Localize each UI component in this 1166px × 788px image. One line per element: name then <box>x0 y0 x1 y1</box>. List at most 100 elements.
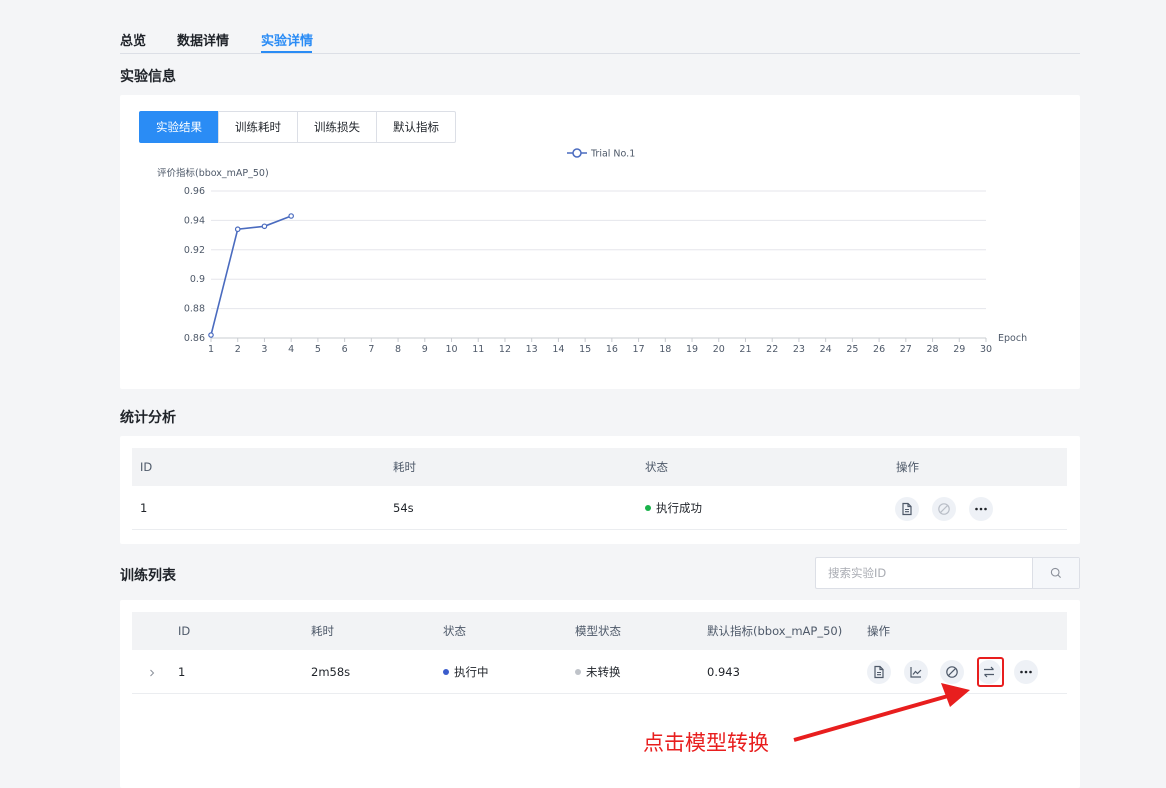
x-tick-label: 27 <box>900 344 912 355</box>
ban-icon <box>946 666 958 678</box>
y-tick-label: 0.86 <box>184 333 205 344</box>
col-default-metric: 默认指标(bbox_mAP_50) <box>707 624 843 638</box>
view-chart-button[interactable] <box>904 660 928 684</box>
tab-experiment-details[interactable]: 实验详情 <box>261 30 313 49</box>
stop-button[interactable] <box>940 660 964 684</box>
x-tick-label: 25 <box>846 344 858 355</box>
x-tick-label: 24 <box>820 344 832 355</box>
view-log-button[interactable] <box>895 497 919 521</box>
chevron-right-icon <box>150 669 155 676</box>
stats-title: 统计分析 <box>120 410 176 426</box>
x-tick-label: 3 <box>261 344 267 355</box>
x-tick-label: 17 <box>633 344 645 355</box>
y-tick-label: 0.92 <box>184 245 205 256</box>
status-badge: 执行成功 <box>645 486 702 530</box>
document-icon <box>874 665 884 679</box>
x-tick-label: 15 <box>579 344 591 355</box>
legend-label: Trial No.1 <box>590 149 635 160</box>
x-tick-label: 20 <box>713 344 725 355</box>
status-dot <box>645 504 651 511</box>
col-actions: 操作 <box>896 460 919 474</box>
x-tick-label: 19 <box>686 344 698 355</box>
training-list-card: ID 耗时 状态 模型状态 默认指标(bbox_mAP_50) 操作 1 2m5… <box>120 600 1080 788</box>
tab-data-details[interactable]: 数据详情 <box>177 30 229 49</box>
model-status-dot <box>575 668 581 675</box>
more-button[interactable] <box>969 497 993 521</box>
x-axis-label: Epoch <box>998 333 1027 344</box>
x-tick-label: 9 <box>422 344 428 355</box>
x-tick-label: 8 <box>395 344 401 355</box>
training-list-title: 训练列表 <box>120 568 176 584</box>
data-point <box>261 223 268 230</box>
legend-marker <box>572 148 582 158</box>
x-tick-label: 26 <box>873 344 885 355</box>
x-tick-label: 4 <box>288 344 294 355</box>
col-duration: 耗时 <box>311 624 334 638</box>
y-tick-label: 0.88 <box>184 304 205 315</box>
document-icon <box>902 502 912 516</box>
x-tick-label: 16 <box>606 344 618 355</box>
search-input[interactable] <box>816 558 1033 588</box>
y-tick-label: 0.96 <box>184 186 205 197</box>
y-tick-label: 0.94 <box>184 215 205 226</box>
y-tick-label: 0.9 <box>190 274 205 285</box>
x-tick-label: 23 <box>793 344 805 355</box>
data-point <box>208 332 214 338</box>
expand-row-toggle[interactable] <box>148 650 156 694</box>
status-text: 执行成功 <box>656 501 702 515</box>
annotation-text: 点击模型转换 <box>643 731 769 755</box>
search-button[interactable] <box>1032 558 1079 588</box>
row-id: 1 <box>178 665 186 679</box>
stop-button[interactable] <box>932 497 956 521</box>
experiment-info-title: 实验信息 <box>120 69 176 85</box>
tab-overview[interactable]: 总览 <box>120 30 146 49</box>
model-status-text: 未转换 <box>586 665 621 679</box>
row-duration: 54s <box>393 501 414 515</box>
table-row: 1 54s 执行成功 <box>132 486 1067 530</box>
x-tick-label: 29 <box>953 344 965 355</box>
experiment-info-card: 实验结果 训练耗时 训练损失 默认指标 0.96 0.94 0.92 0.9 0.88 0… <box>120 95 1080 389</box>
col-id: ID <box>140 460 153 474</box>
ban-icon <box>938 503 950 515</box>
status-text: 执行中 <box>454 665 489 679</box>
status-badge: 执行中 <box>443 650 489 694</box>
x-tick-label: 6 <box>342 344 348 355</box>
stats-card: ID 耗时 状态 操作 1 54s 执行成功 <box>120 436 1080 544</box>
stats-table-header: ID 耗时 状态 操作 <box>132 448 1067 486</box>
chart-icon <box>910 667 922 678</box>
col-status: 状态 <box>645 460 668 474</box>
x-tick-label: 22 <box>766 344 778 355</box>
x-tick-label: 28 <box>927 344 939 355</box>
x-tick-label: 10 <box>445 344 457 355</box>
more-button[interactable] <box>1014 660 1038 684</box>
row-duration: 2m58s <box>311 665 351 679</box>
x-tick-label: 18 <box>659 344 671 355</box>
row-metric: 0.943 <box>707 665 740 679</box>
x-tick-label: 30 <box>980 344 992 355</box>
col-status: 状态 <box>443 624 466 638</box>
col-actions: 操作 <box>867 624 890 638</box>
series-line <box>210 215 292 336</box>
x-tick-label: 11 <box>472 344 484 355</box>
metric-line-chart: 0.960.940.920.90.880.861 2 3 4 5 6 7 8 9 10 11 12 13… <box>157 148 1027 355</box>
x-tick-label: 7 <box>368 344 374 355</box>
active-tab-indicator <box>261 51 312 53</box>
x-tick-label: 13 <box>526 344 538 355</box>
convert-highlight-box <box>977 657 1004 687</box>
y-axis-label: 评价指标(bbox_mAP_50) <box>157 167 269 179</box>
x-tick-label: 1 <box>208 344 214 355</box>
row-id: 1 <box>140 501 148 515</box>
more-icon <box>975 507 987 511</box>
col-duration: 耗时 <box>393 460 416 474</box>
x-tick-label: 5 <box>315 344 321 355</box>
data-point <box>234 226 241 233</box>
col-id: ID <box>178 624 191 638</box>
x-tick-label: 14 <box>552 344 564 355</box>
table-row: 1 2m58s 执行中 未转换 0.943 <box>132 650 1067 694</box>
model-status-badge: 未转换 <box>575 650 621 694</box>
main-tabs: 总览 数据详情 实验详情 <box>120 28 1080 54</box>
data-point <box>288 213 294 219</box>
experiment-search <box>815 557 1080 589</box>
col-model-status: 模型状态 <box>575 624 621 638</box>
view-log-button[interactable] <box>867 660 891 684</box>
